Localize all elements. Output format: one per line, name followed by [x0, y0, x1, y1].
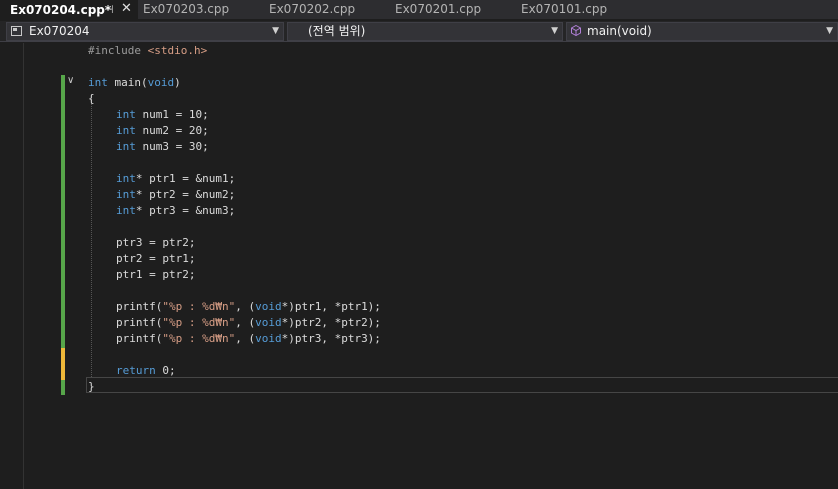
code-line: ptr1 = ptr2;: [116, 268, 196, 281]
scope-label: (전역 범위): [308, 24, 366, 38]
saved-change-bar: [61, 75, 65, 395]
tab-label: Ex070201.cpp: [395, 2, 482, 16]
code-line: ptr3 = ptr2;: [116, 236, 196, 249]
unsaved-change-bar: [61, 348, 65, 380]
method-cube-icon: [571, 25, 581, 36]
tab-ex070204[interactable]: Ex070204.cpp* ⊣ ✕: [0, 0, 138, 19]
tab-label: Ex070204.cpp*: [10, 3, 112, 17]
code-line: int num3 = 30;: [116, 140, 209, 153]
code-line: #include <stdio.h>: [88, 44, 208, 57]
chevron-down-icon: ▼: [272, 26, 279, 36]
chevron-down-icon: ▼: [551, 26, 558, 36]
current-line-highlight: [86, 377, 838, 393]
member-label: main(void): [587, 24, 652, 38]
scope-dropdown[interactable]: (전역 범위) ▼: [287, 22, 563, 41]
code-line: ptr2 = ptr1;: [116, 252, 196, 265]
project-dropdown[interactable]: Ex070204 ▼: [6, 22, 284, 41]
code-editor[interactable]: ∨ #include <stdio.h> int main(void) { in…: [0, 43, 838, 489]
indent-guide: [91, 99, 92, 377]
code-line: int* ptr3 = &num3;: [116, 204, 236, 217]
document-tab-bar: Ex070204.cpp* ⊣ ✕ Ex070203.cpp Ex070202.…: [0, 0, 838, 19]
tab-ex070101[interactable]: Ex070101.cpp: [509, 0, 635, 19]
code-line: int* ptr1 = &num1;: [116, 172, 236, 185]
tab-ex070202[interactable]: Ex070202.cpp: [257, 0, 383, 19]
code-line: }: [88, 380, 95, 393]
project-icon: [11, 26, 22, 36]
tab-label: Ex070203.cpp: [143, 2, 230, 16]
tab-ex070203[interactable]: Ex070203.cpp: [131, 0, 257, 19]
collapse-chevron-icon[interactable]: ∨: [67, 75, 74, 86]
chevron-down-icon: ▼: [826, 26, 833, 36]
code-line: int num2 = 20;: [116, 124, 209, 137]
glyph-margin[interactable]: [0, 43, 24, 489]
member-dropdown[interactable]: main(void) ▼: [566, 22, 838, 41]
code-line: int num1 = 10;: [116, 108, 209, 121]
code-line: printf("%p : %d₩n", (void*)ptr1, *ptr1);: [116, 300, 381, 313]
tab-ex070201[interactable]: Ex070201.cpp: [383, 0, 509, 19]
navigation-bar: Ex070204 ▼ (전역 범위) ▼ main(void) ▼: [0, 21, 838, 42]
pin-icon[interactable]: ⊣: [104, 2, 114, 18]
tab-label: Ex070202.cpp: [269, 2, 356, 16]
code-line: int* ptr2 = &num2;: [116, 188, 236, 201]
tab-label: Ex070101.cpp: [521, 2, 608, 16]
code-line: printf("%p : %d₩n", (void*)ptr2, *ptr2);: [116, 316, 381, 329]
code-line: return 0;: [116, 364, 176, 377]
project-label: Ex070204: [29, 24, 90, 38]
code-line: int main(void): [88, 76, 181, 89]
code-line: printf("%p : %d₩n", (void*)ptr3, *ptr3);: [116, 332, 381, 345]
code-line: {: [88, 92, 95, 105]
